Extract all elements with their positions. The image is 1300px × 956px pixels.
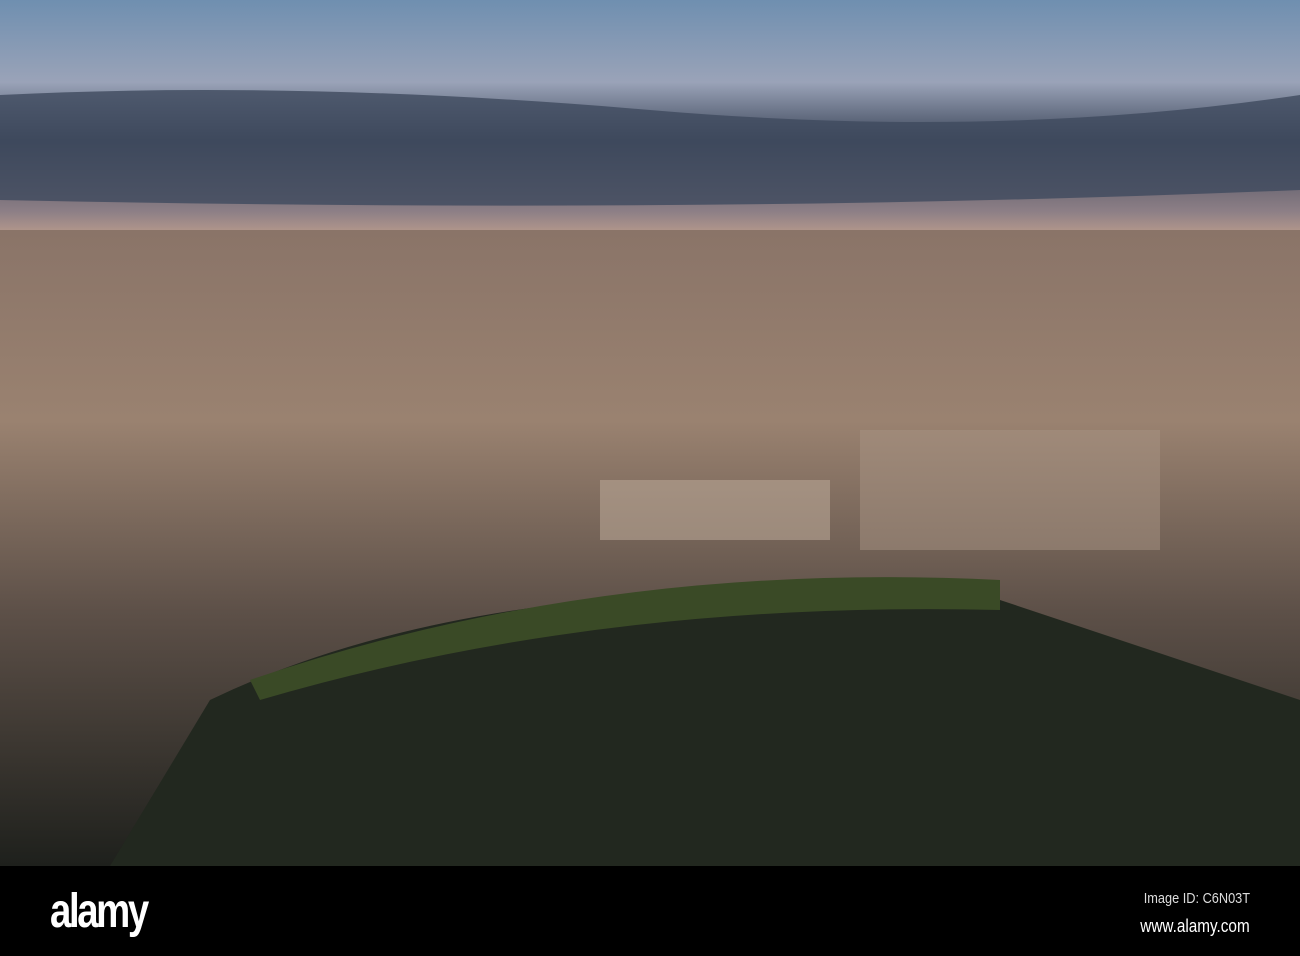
buildings-highlight	[600, 480, 830, 540]
image-id: Image ID: C6N03T	[1143, 890, 1250, 907]
watermark-footer: alamy Image ID: C6N03T www.alamy.com	[0, 866, 1300, 956]
site-url: www.alamy.com	[1140, 916, 1250, 936]
alamy-logo: alamy	[50, 885, 149, 938]
stock-photo: alamy Image ID: C6N03T www.alamy.com	[0, 0, 1300, 956]
paris-aerial-photo	[0, 0, 1300, 866]
buildings-highlight	[860, 430, 1160, 550]
